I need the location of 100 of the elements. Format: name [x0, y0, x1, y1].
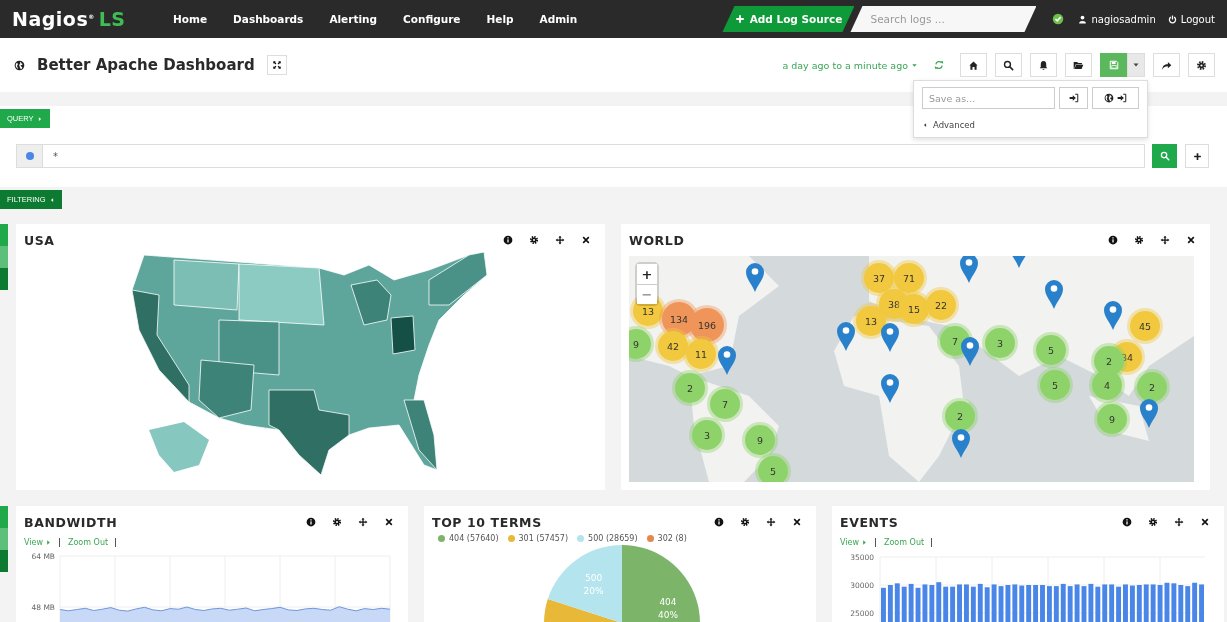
add-log-source-button[interactable]: Add Log Source [722, 6, 855, 32]
info-icon [503, 235, 513, 245]
home-icon [968, 59, 979, 71]
move-button[interactable] [358, 517, 368, 527]
settings-button[interactable] [1134, 235, 1144, 245]
settings-button[interactable] [740, 517, 750, 527]
panel-title: BANDWIDTH [24, 514, 118, 530]
share-button[interactable] [1153, 53, 1180, 77]
dashboard-title: Better Apache Dashboard [37, 56, 255, 74]
search-field[interactable]: Search logs ... [850, 6, 1037, 32]
settings-button[interactable] [332, 517, 342, 527]
row-handle[interactable] [0, 506, 8, 572]
panel-title: EVENTS [840, 514, 899, 530]
slice-label: 500 20% [583, 572, 604, 596]
panel-title: TOP 10 TERMS [432, 514, 542, 530]
map-pin-icon[interactable] [951, 428, 971, 458]
info-button[interactable] [714, 517, 724, 527]
save-as-field[interactable]: Save as... [922, 87, 1055, 109]
panel-title: WORLD [629, 232, 685, 248]
bell-icon [1038, 59, 1049, 71]
info-button[interactable] [306, 517, 316, 527]
user-icon [1078, 14, 1088, 24]
close-button[interactable] [792, 517, 802, 527]
info-icon [1108, 235, 1118, 245]
close-button[interactable] [1186, 235, 1196, 245]
nav-link[interactable]: Admin [526, 13, 591, 25]
logo[interactable]: Nagios$^{®}$ LS [12, 8, 157, 30]
info-button[interactable] [1122, 517, 1132, 527]
move-button[interactable] [766, 517, 776, 527]
nav-link[interactable]: Alerting [316, 13, 390, 25]
settings-icon [740, 517, 750, 527]
map-pin-icon[interactable] [1103, 300, 1123, 330]
map-pin-icon[interactable] [880, 322, 900, 352]
nav-link[interactable]: Configure [390, 13, 474, 25]
move-button[interactable] [1160, 235, 1170, 245]
map-pin-icon[interactable] [745, 262, 765, 292]
settings-icon [332, 517, 342, 527]
fullscreen-button[interactable] [266, 55, 287, 75]
logout-link[interactable]: Logout [1167, 13, 1215, 25]
map-pin-icon[interactable] [959, 256, 979, 283]
map-pin-icon[interactable] [1044, 279, 1064, 309]
close-button[interactable] [384, 517, 394, 527]
close-icon [1200, 517, 1210, 527]
login-icon [1117, 93, 1128, 103]
close-button[interactable] [1200, 517, 1210, 527]
map-pin-icon[interactable] [880, 373, 900, 403]
globe-icon [1104, 93, 1115, 103]
color-picker-button[interactable] [16, 144, 43, 168]
move-icon [358, 517, 368, 527]
move-icon [555, 235, 565, 245]
nav-link[interactable]: Help [473, 13, 527, 25]
caret-icon [48, 196, 55, 203]
login-icon [1068, 93, 1079, 103]
map-pin-icon[interactable] [717, 345, 737, 375]
row-handle[interactable] [0, 224, 8, 290]
settings-button[interactable] [1148, 517, 1158, 527]
map-pin-icon[interactable] [1139, 398, 1159, 428]
settings-button[interactable] [529, 235, 539, 245]
caret-icon [36, 115, 43, 122]
close-icon [384, 517, 394, 527]
close-icon [792, 517, 802, 527]
plus-icon [734, 14, 745, 24]
move-icon [1174, 517, 1184, 527]
slice-label: 404 40% [658, 597, 678, 621]
info-button[interactable] [503, 235, 513, 245]
user-link[interactable]: nagiosadmin [1078, 13, 1156, 25]
close-icon [1186, 235, 1196, 245]
floppy-icon [1108, 60, 1119, 70]
map-pin-icon[interactable] [960, 336, 980, 366]
query-field[interactable]: * [43, 144, 1145, 168]
settings-icon [1148, 517, 1158, 527]
cluster-marker[interactable]: 9 [629, 329, 651, 359]
search-icon [1003, 59, 1014, 71]
advanced-link[interactable]: Advanced [922, 120, 1139, 130]
map-pin-icon[interactable] [836, 321, 856, 351]
close-button[interactable] [581, 235, 591, 245]
legend-label: 500 (28659) [588, 534, 638, 543]
move-button[interactable] [1174, 517, 1184, 527]
save-global-button[interactable] [1092, 87, 1139, 109]
info-icon [714, 517, 724, 527]
move-button[interactable] [555, 235, 565, 245]
check-icon [1052, 13, 1065, 25]
power-icon [1167, 14, 1177, 24]
panel-title: USA [24, 232, 55, 248]
move-icon [1160, 235, 1170, 245]
nav-link[interactable]: Home [157, 13, 221, 25]
caret-icon [911, 61, 918, 69]
bell-button[interactable] [1030, 53, 1057, 77]
save-button[interactable] [1059, 87, 1089, 109]
folder-button[interactable] [1065, 53, 1092, 77]
info-button[interactable] [1108, 235, 1118, 245]
globe-icon [14, 59, 25, 71]
folder-icon [1073, 59, 1084, 71]
add-query-button[interactable] [1185, 144, 1209, 168]
search-button[interactable] [995, 53, 1022, 77]
settings-icon [529, 235, 539, 245]
caret-icon [45, 538, 52, 546]
home-button[interactable] [960, 53, 987, 77]
nav-link[interactable]: Dashboards [220, 13, 317, 25]
caret-icon [922, 122, 928, 128]
